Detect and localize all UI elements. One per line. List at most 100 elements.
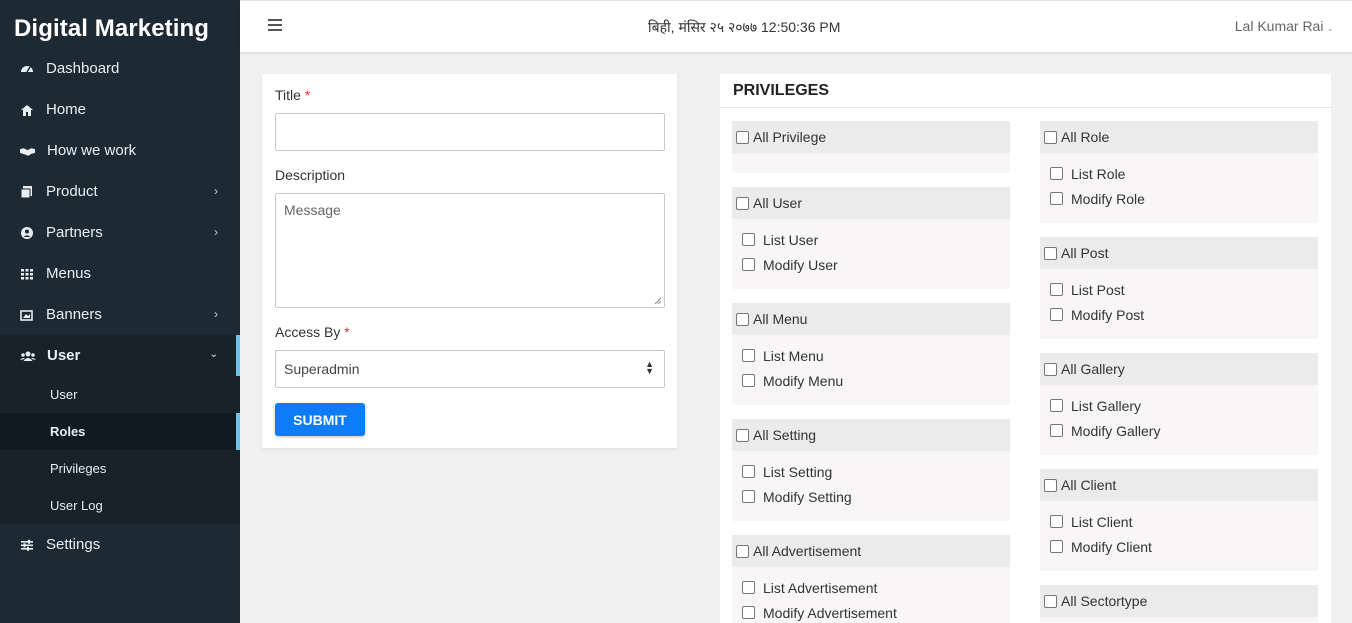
access-by-value: Superadmin (284, 361, 360, 377)
perm-label: List Gallery (1071, 397, 1142, 414)
chevron-down-icon: ⌄ (1326, 23, 1334, 33)
sidebar-item-dashboard[interactable]: Dashboard (0, 48, 240, 89)
perm-label: List Client (1071, 513, 1133, 530)
sidebar-item-how-we-work[interactable]: How we work (0, 130, 240, 171)
perm-label: List Post (1071, 281, 1125, 298)
sidebar-item-label: Dashboard (46, 60, 120, 77)
all-post-checkbox[interactable]: All Post (1040, 237, 1318, 269)
title-input[interactable] (275, 113, 665, 151)
list-setting-checkbox[interactable]: List Setting (732, 459, 1010, 484)
perm-label: List Menu (763, 347, 824, 364)
all-client-checkbox[interactable]: All Client (1040, 469, 1318, 501)
list-advertisement-checkbox[interactable]: List Advertisement (732, 575, 1010, 600)
all-gallery-checkbox[interactable]: All Gallery (1040, 353, 1318, 385)
checkbox[interactable] (742, 490, 755, 503)
all-role-checkbox[interactable]: All Role (1040, 121, 1318, 153)
description-textarea[interactable]: Message (275, 193, 665, 308)
modify-user-checkbox[interactable]: Modify User (732, 252, 1010, 277)
modify-advertisement-checkbox[interactable]: Modify Advertisement (732, 600, 1010, 623)
resize-handle-icon[interactable] (654, 297, 662, 305)
access-by-select[interactable]: Superadmin ▲ ▼ (275, 350, 665, 388)
hamburger-menu-icon[interactable] (268, 19, 282, 31)
username: Lal Kumar Rai (1234, 18, 1324, 34)
sidebar-item-banners[interactable]: Banners › (0, 294, 240, 335)
privilege-group: All Client List Client Modify Client (1040, 469, 1318, 571)
menus-icon (21, 268, 33, 279)
sidebar-item-label: Partners (46, 224, 103, 241)
list-role-checkbox[interactable]: List Role (1040, 161, 1318, 186)
checkbox[interactable] (1050, 515, 1063, 528)
list-menu-checkbox[interactable]: List Menu (732, 343, 1010, 368)
submenu-item-roles[interactable]: Roles (0, 413, 240, 450)
banners-icon (20, 309, 33, 321)
list-post-checkbox[interactable]: List Post (1040, 277, 1318, 302)
checkbox[interactable] (742, 465, 755, 478)
checkbox[interactable] (1044, 246, 1057, 260)
checkbox[interactable] (736, 428, 749, 442)
chevron-right-icon: › (214, 184, 218, 198)
all-menu-checkbox[interactable]: All Menu (732, 303, 1010, 335)
checkbox[interactable] (1050, 424, 1063, 437)
all-sectortype-checkbox[interactable]: All Sectortype (1040, 585, 1318, 617)
modify-post-checkbox[interactable]: Modify Post (1040, 302, 1318, 327)
select-arrows-icon: ▲ ▼ (645, 359, 654, 376)
settings-icon (21, 539, 33, 551)
checkbox[interactable] (1050, 192, 1063, 205)
perm-label: List Advertisement (763, 579, 878, 596)
group-label: All Gallery (1061, 361, 1125, 377)
sidebar-item-partners[interactable]: Partners › (0, 212, 240, 253)
checkbox[interactable] (1044, 594, 1057, 608)
sidebar-item-label: Menus (46, 265, 92, 282)
checkbox[interactable] (1050, 540, 1063, 553)
sidebar-item-label: Home (46, 101, 87, 118)
checkbox[interactable] (742, 349, 755, 362)
all-user-checkbox[interactable]: All User (732, 187, 1010, 219)
checkbox[interactable] (742, 581, 755, 594)
checkbox[interactable] (742, 606, 755, 619)
access-by-label: Access By * (275, 324, 350, 340)
privileges-title: PRIVILEGES (720, 74, 1331, 108)
list-gallery-checkbox[interactable]: List Gallery (1040, 393, 1318, 418)
user-menu[interactable]: Lal Kumar Rai ⌄ (1235, 18, 1334, 34)
submenu-item-user[interactable]: User (0, 376, 240, 413)
checkbox[interactable] (736, 196, 749, 210)
group-label: All Client (1061, 477, 1117, 493)
checkbox[interactable] (1044, 130, 1057, 144)
group-label: All Sectortype (1061, 593, 1148, 609)
checkbox[interactable] (1050, 308, 1063, 321)
all-privilege-checkbox[interactable]: All Privilege (732, 121, 1010, 153)
list-client-checkbox[interactable]: List Client (1040, 509, 1318, 534)
modify-gallery-checkbox[interactable]: Modify Gallery (1040, 418, 1318, 443)
submenu-item-privileges[interactable]: Privileges (0, 450, 240, 487)
modify-client-checkbox[interactable]: Modify Client (1040, 534, 1318, 559)
all-advertisement-checkbox[interactable]: All Advertisement (732, 535, 1010, 567)
checkbox[interactable] (1050, 283, 1063, 296)
list-user-checkbox[interactable]: List User (732, 227, 1010, 252)
checkbox[interactable] (742, 233, 755, 246)
checkbox[interactable] (736, 544, 749, 558)
privilege-group: All Post List Post Modify Post (1040, 237, 1318, 339)
modify-role-checkbox[interactable]: Modify Role (1040, 186, 1318, 211)
checkbox[interactable] (736, 130, 749, 144)
modify-menu-checkbox[interactable]: Modify Menu (732, 368, 1010, 393)
checkbox[interactable] (736, 312, 749, 326)
checkbox[interactable] (742, 374, 755, 387)
checkbox[interactable] (1044, 478, 1057, 492)
chevron-right-icon: › (214, 225, 218, 239)
perm-label: List Setting (763, 463, 833, 480)
submit-button[interactable]: SUBMIT (275, 403, 365, 436)
checkbox[interactable] (1044, 362, 1057, 376)
sidebar-item-user[interactable]: User ⌄ (0, 335, 240, 376)
submenu-item-label: Privileges (50, 461, 107, 476)
all-setting-checkbox[interactable]: All Setting (732, 419, 1010, 451)
sidebar-item-settings[interactable]: Settings (0, 524, 240, 565)
checkbox[interactable] (1050, 399, 1063, 412)
sidebar-item-label: User (47, 347, 81, 364)
modify-setting-checkbox[interactable]: Modify Setting (732, 484, 1010, 509)
checkbox[interactable] (742, 258, 755, 271)
sidebar-item-home[interactable]: Home (0, 89, 240, 130)
submenu-item-user-log[interactable]: User Log (0, 487, 240, 524)
checkbox[interactable] (1050, 167, 1063, 180)
sidebar-item-menus[interactable]: Menus (0, 253, 240, 294)
sidebar-item-product[interactable]: Product › (0, 171, 240, 212)
